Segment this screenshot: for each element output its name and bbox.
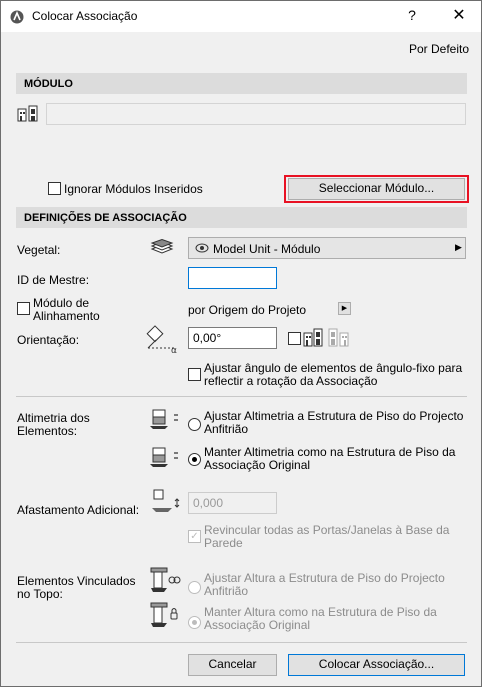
top-height-keep-radio[interactable] [188, 616, 201, 629]
top-height-adjust-label-line2: Anfitrião [204, 584, 249, 598]
module-section-header: MÓDULO [16, 73, 467, 94]
offset-label: Afastamento Adicional: [17, 503, 140, 517]
alignment-label-line2: Alinhamento [33, 309, 100, 323]
top-height-adjust-radio[interactable] [188, 581, 201, 594]
ignore-modules-label: Ignorar Módulos Inseridos [64, 182, 203, 196]
mirror-module-icon [303, 328, 349, 347]
relink-checkbox[interactable]: ✓ [188, 530, 201, 543]
adjust-angle-checkbox[interactable] [188, 368, 201, 381]
module-file-icon [17, 105, 38, 122]
default-settings-link[interactable]: Por Defeito [409, 42, 469, 56]
cancel-button[interactable]: Cancelar [188, 654, 277, 676]
dialog-content: Por Defeito MÓDULO Ignorar Módulos Inser… [1, 32, 481, 686]
elevation-adjust-radio[interactable] [188, 418, 201, 431]
help-button[interactable]: ? [402, 7, 422, 23]
elevation-label-line2: Elementos: [17, 424, 78, 438]
elevation-keep-icon [150, 447, 178, 467]
vegetal-value: Model Unit - Módulo [213, 242, 321, 256]
separator-2 [16, 642, 467, 643]
top-height-keep-label-line2: Associação Original [204, 618, 311, 632]
offset-input[interactable]: 0,000 [188, 492, 277, 514]
top-linked-label-line2: no Topo: [17, 587, 63, 601]
vegetal-dropdown[interactable]: Model Unit - Módulo ▶ [188, 237, 466, 259]
alignment-value: por Origem do Projeto [188, 303, 307, 317]
offset-icon [152, 489, 180, 512]
svg-text:α: α [171, 346, 177, 354]
top-height-keep-icon [150, 602, 178, 627]
title-bar: Colocar Associação ? ✕ [1, 1, 481, 32]
window-title: Colocar Associação [32, 9, 138, 23]
relink-label-line2: Parede [204, 536, 243, 550]
adjust-angle-label-line2: reflectir a rotação da Associação [204, 374, 378, 388]
mirror-checkbox[interactable] [288, 332, 301, 345]
dialog-window: Colocar Associação ? ✕ Por Defeito MÓDUL… [0, 0, 482, 687]
elevation-adjust-icon [150, 409, 178, 429]
separator-1 [16, 396, 467, 397]
vegetal-label: Vegetal: [17, 243, 61, 257]
elevation-keep-radio[interactable] [188, 453, 201, 466]
master-id-input[interactable] [188, 267, 277, 289]
dropdown-arrow-icon: ▶ [455, 242, 462, 252]
orientation-input[interactable]: 0,00° [188, 327, 277, 349]
settings-section-header: DEFINIÇÕES DE ASSOCIAÇÃO [16, 207, 467, 228]
elevation-adjust-label-line2: Anfitrião [204, 422, 249, 436]
alignment-popup-button[interactable]: ▶ [338, 302, 351, 315]
layer-icon [150, 239, 174, 254]
close-button[interactable]: ✕ [449, 5, 469, 25]
archicad-app-icon [10, 10, 24, 24]
orientation-label: Orientação: [17, 333, 80, 347]
alignment-checkbox[interactable] [17, 302, 30, 315]
master-id-label: ID de Mestre: [17, 273, 90, 287]
module-path-field [46, 103, 466, 125]
top-height-adjust-icon [150, 567, 181, 592]
place-module-button[interactable]: Colocar Associação... [288, 654, 465, 676]
select-module-button[interactable]: Seleccionar Módulo... [288, 178, 465, 200]
eye-icon [195, 243, 209, 253]
ignore-modules-checkbox[interactable] [48, 182, 61, 195]
orientation-angle-icon: α [146, 325, 177, 354]
elevation-keep-label-line2: Associação Original [204, 458, 311, 472]
